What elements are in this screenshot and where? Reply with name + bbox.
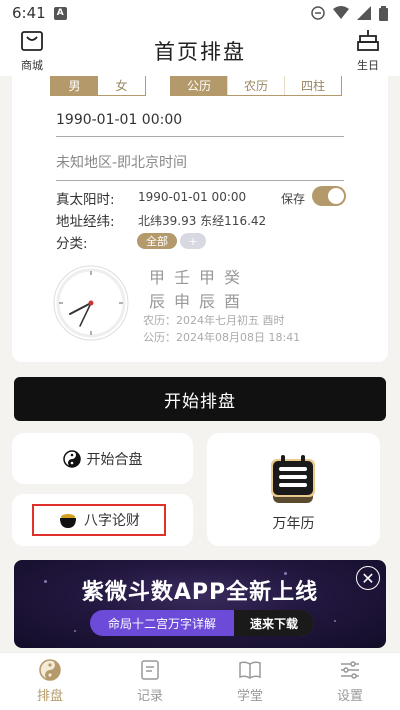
top-nav: 商城 首页排盘 生日 [0, 26, 400, 76]
bazi-wealth-tile[interactable]: 八字论财 [12, 494, 193, 546]
gender-male-option[interactable]: 男 [51, 76, 98, 95]
bazi-earthly-branches: 辰申辰酉 [149, 292, 250, 311]
wannianli-label: 万年历 [272, 516, 315, 532]
wifi-icon [333, 6, 349, 19]
banner-headline: 紫微斗数APP全新上线 [81, 580, 319, 605]
record-icon [141, 660, 159, 680]
dnd-icon [311, 6, 325, 20]
notification-icon: A [53, 6, 67, 20]
tab-school[interactable]: 学堂 [200, 653, 300, 710]
clock-icon [53, 265, 129, 341]
banner-subline-text: 命局十二宫万字详解 [107, 616, 216, 631]
promo-banner[interactable]: 紫微斗数APP全新上线 命局十二宫万字详解 速来下载 ✕ [14, 560, 386, 648]
tab-records[interactable]: 记录 [100, 653, 200, 710]
gender-selector: 男 女 [50, 76, 146, 96]
tab-paipan[interactable]: 排盘 [0, 653, 100, 710]
banner-download-button[interactable]: 速来下载 [234, 610, 314, 636]
treasure-pot-icon [60, 514, 76, 528]
bazi-heavenly-stems: 甲壬甲癸 [149, 268, 250, 287]
yin-yang-icon [62, 449, 81, 468]
coordinates-label: 地址经纬: [56, 214, 115, 230]
bottom-tab-bar: 排盘 记录 学堂 设置 [0, 652, 400, 710]
lunar-date-text: 农历：2024年七月初五 酉时 [143, 314, 285, 327]
birth-datetime-field[interactable]: 1990-01-01 00:00 [56, 112, 344, 137]
bazi-wealth-label: 八字论财 [84, 513, 140, 529]
solar-date-text: 公历：2024年08月08日 18:41 [143, 331, 301, 344]
book-icon [239, 661, 261, 679]
signal-icon [357, 6, 371, 20]
coordinates-value: 北纬39.93 东经116.42 [138, 214, 267, 228]
true-solar-time-label: 真太阳时: [56, 192, 115, 208]
calendar-type-selector: 公历 农历 四柱 [170, 76, 342, 96]
calendar-four-pillars-option[interactable]: 四柱 [284, 76, 341, 95]
tab-school-label: 学堂 [236, 689, 263, 704]
calendar-icon [271, 455, 315, 503]
calendar-solar-option[interactable]: 公历 [171, 76, 227, 95]
wannianli-tile[interactable]: 万年历 [207, 433, 380, 546]
status-time: 6:41 [12, 4, 46, 22]
start-hehun-label: 开始合盘 [86, 451, 143, 468]
gender-female-option[interactable]: 女 [98, 76, 145, 95]
category-add-chip[interactable]: + [180, 233, 206, 249]
chart-input-card: 男 女 公历 农历 四柱 1990-01-01 00:00 未知地区-即北京时间… [12, 76, 388, 362]
birthday-button[interactable]: 生日 [350, 30, 386, 73]
save-toggle[interactable] [312, 186, 346, 206]
tab-settings-label: 设置 [336, 689, 363, 704]
battery-icon [379, 5, 388, 21]
yin-yang-icon [39, 659, 61, 681]
birthday-cake-icon [357, 30, 379, 51]
start-chart-button[interactable]: 开始排盘 [14, 377, 386, 421]
location-field[interactable]: 未知地区-即北京时间 [56, 152, 344, 181]
page-title: 首页排盘 [154, 40, 246, 64]
start-hehun-tile[interactable]: 开始合盘 [12, 433, 193, 484]
banner-subline: 命局十二宫万字详解 速来下载 [90, 610, 314, 636]
tab-paipan-label: 排盘 [36, 689, 63, 704]
tab-settings[interactable]: 设置 [300, 653, 400, 710]
banner-close-icon[interactable]: ✕ [356, 566, 380, 590]
settings-sliders-icon [341, 661, 359, 679]
true-solar-time-value: 1990-01-01 00:00 [138, 190, 247, 204]
category-all-chip[interactable]: 全部 [137, 233, 177, 249]
birthday-label: 生日 [357, 59, 379, 72]
category-label: 分类: [56, 236, 88, 252]
tab-records-label: 记录 [136, 689, 163, 704]
status-bar: 6:41 A [0, 0, 400, 26]
highlight-box: 八字论财 [32, 504, 166, 536]
calendar-lunar-option[interactable]: 农历 [227, 76, 284, 95]
save-label: 保存 [281, 192, 306, 206]
